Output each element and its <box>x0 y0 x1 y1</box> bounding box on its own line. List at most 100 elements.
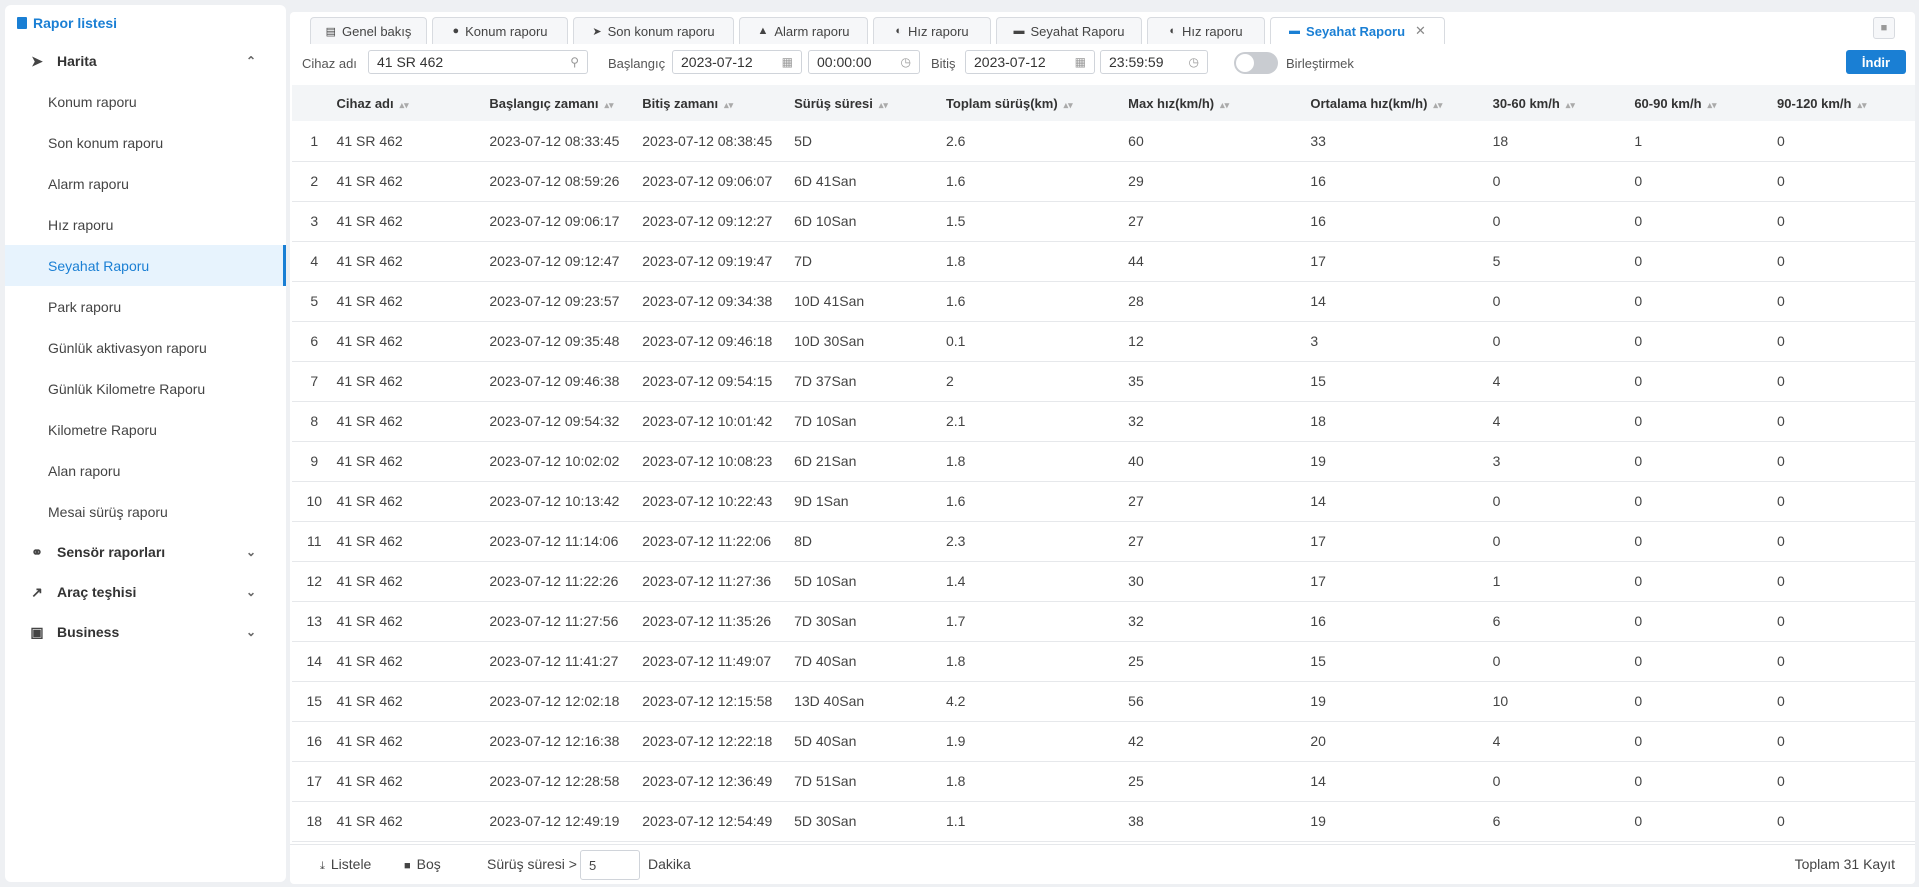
sidebar-group-harita[interactable]: ➤ Harita ⌃ <box>5 41 286 81</box>
table-cell: 5 <box>1492 241 1635 282</box>
column-header[interactable]: 60-90 km/h ▴▾ <box>1634 85 1778 121</box>
table-cell: 30 <box>1128 561 1311 602</box>
table-cell: 20 <box>1310 721 1493 762</box>
sidebar-item-gunluk-aktivasyon-raporu[interactable]: Günlük aktivasyon raporu <box>5 327 286 368</box>
sidebar-item-alarm-raporu[interactable]: Alarm raporu <box>5 163 286 204</box>
sort-icon[interactable]: ▴▾ <box>1708 100 1717 110</box>
table-row[interactable]: 1 41 SR 462 2023-07-12 08:33:45 2023-07-12 … <box>292 121 1915 162</box>
table-row[interactable]: 12 41 SR 462 2023-07-12 11:22:26 2023-07-12… <box>292 561 1915 602</box>
table-row[interactable]: 7 41 SR 462 2023-07-12 09:46:38 2023-07-12 … <box>292 361 1915 402</box>
sort-icon[interactable]: ▴▾ <box>879 100 888 110</box>
end-time-input[interactable]: 23:59:59 ◷ <box>1100 50 1208 74</box>
sort-icon[interactable]: ▴▾ <box>1566 100 1575 110</box>
sidebar-group-business[interactable]: ▣ Business ⌄ <box>5 612 286 652</box>
sort-icon[interactable]: ▴▾ <box>1857 100 1866 110</box>
sidebar-group-arac-teshisi[interactable]: ↗ Araç teşhisi ⌄ <box>5 572 286 612</box>
sort-icon[interactable]: ▴▾ <box>1064 100 1073 110</box>
sort-icon[interactable]: ▴▾ <box>1220 100 1229 110</box>
tab-alarm-raporu[interactable]: ▲ Alarm raporu <box>739 17 868 44</box>
trash-icon[interactable]: ■ <box>1873 17 1895 39</box>
duration-input[interactable]: 5 <box>580 850 640 880</box>
column-header[interactable]: 30-60 km/h ▴▾ <box>1492 85 1635 121</box>
merge-toggle[interactable] <box>1234 52 1278 74</box>
tab-hiz-raporu-2[interactable]: ◐ Hız raporu <box>1147 17 1265 44</box>
tab-son-konum-raporu[interactable]: ➤ Son konum raporu <box>573 17 734 44</box>
table-cell: 13D 40San <box>794 681 946 722</box>
table-cell: 0.1 <box>945 321 1129 362</box>
close-icon[interactable]: ✕ <box>1415 23 1426 39</box>
table-cell: 38 <box>1128 801 1311 842</box>
table-row[interactable]: 13 41 SR 462 2023-07-12 11:27:56 2023-07-12… <box>292 601 1915 642</box>
table-row[interactable]: 10 41 SR 462 2023-07-12 10:13:42 2023-07-12… <box>292 481 1915 522</box>
table-cell: 6 <box>1492 601 1635 642</box>
column-header[interactable]: Cihaz adı ▴▾ <box>336 85 490 121</box>
table-row[interactable]: 11 41 SR 462 2023-07-12 11:14:06 2023-07-12… <box>292 521 1915 562</box>
start-date-input[interactable]: 2023-07-12 ▦ <box>672 50 802 74</box>
column-header[interactable]: Toplam sürüş(km) ▴▾ <box>945 85 1129 121</box>
column-header-label: 90-120 km/h <box>1777 95 1852 111</box>
table-cell: 60 <box>1128 121 1311 162</box>
sort-icon[interactable]: ▴▾ <box>724 100 733 110</box>
sort-icon[interactable]: ▴▾ <box>400 100 409 110</box>
sidebar-item-park-raporu[interactable]: Park raporu <box>5 286 286 327</box>
sidebar-group-sensor-raporlari[interactable]: ⚭ Sensör raporları ⌄ <box>5 532 286 572</box>
sidebar-item-son-konum-raporu[interactable]: Son konum raporu <box>5 122 286 163</box>
sidebar-item-label: Son konum raporu <box>48 134 164 151</box>
tab-seyahat-raporu[interactable]: ▬ Seyahat Raporu <box>996 17 1142 44</box>
column-header[interactable]: Sürüş süresi ▴▾ <box>794 85 946 121</box>
table-row[interactable]: 5 41 SR 462 2023-07-12 09:23:57 2023-07-12 … <box>292 281 1915 322</box>
table-cell: 9D 1San <box>794 481 946 522</box>
sidebar-item-alan-raporu[interactable]: Alan raporu <box>5 450 286 491</box>
list-button[interactable]: ⤓ Listele <box>320 856 371 873</box>
sidebar-item-kilometre-raporu[interactable]: Kilometre Raporu <box>5 409 286 450</box>
row-index: 4 <box>292 241 337 282</box>
start-label: Başlangıç <box>608 56 666 71</box>
table-cell: 19 <box>1310 441 1493 482</box>
column-header[interactable]: Başlangıç zamanı ▴▾ <box>489 85 643 121</box>
table-cell: 2 <box>945 361 1129 402</box>
table-row[interactable]: 16 41 SR 462 2023-07-12 12:16:38 2023-07-12… <box>292 721 1915 762</box>
sidebar-item-hiz-raporu[interactable]: Hız raporu <box>5 204 286 245</box>
table-row[interactable]: 3 41 SR 462 2023-07-12 09:06:17 2023-07-12 … <box>292 201 1915 242</box>
table-row[interactable]: 6 41 SR 462 2023-07-12 09:35:48 2023-07-12 … <box>292 321 1915 362</box>
column-header[interactable]: Max hız(km/h) ▴▾ <box>1128 85 1311 121</box>
table-cell: 0 <box>1634 441 1778 482</box>
column-header[interactable]: Ortalama hız(km/h) ▴▾ <box>1310 85 1493 121</box>
sidebar-item-gunluk-kilometre-raporu[interactable]: Günlük Kilometre Raporu <box>5 368 286 409</box>
report-table-wrap: Cihaz adı ▴▾ Başlangıç zamanı ▴▾ Bitiş zaman… <box>292 85 1915 843</box>
clear-button[interactable]: ■ Boş <box>404 856 441 872</box>
table-row[interactable]: 15 41 SR 462 2023-07-12 12:02:18 2023-07-12… <box>292 681 1915 722</box>
sidebar-item-mesai-surus-raporu[interactable]: Mesai sürüş raporu <box>5 491 286 532</box>
tab-seyahat-raporu-active[interactable]: ▬ Seyahat Raporu ✕ <box>1270 17 1445 44</box>
table-row[interactable]: 17 41 SR 462 2023-07-12 12:28:58 2023-07-12… <box>292 761 1915 802</box>
send-arrow-icon: ➤ <box>31 52 43 69</box>
tab-hiz-raporu[interactable]: ◐ Hız raporu <box>873 17 991 44</box>
table-row[interactable]: 9 41 SR 462 2023-07-12 10:02:02 2023-07-12 … <box>292 441 1915 482</box>
sidebar-item-seyahat-raporu[interactable]: Seyahat Raporu <box>5 245 286 286</box>
sort-icon[interactable]: ▴▾ <box>605 100 614 110</box>
device-input[interactable]: 41 SR 462 ⚲ <box>368 50 588 74</box>
table-cell: 41 SR 462 <box>336 161 490 202</box>
table-row[interactable]: 8 41 SR 462 2023-07-12 09:54:32 2023-07-12 … <box>292 401 1915 442</box>
table-row[interactable]: 2 41 SR 462 2023-07-12 08:59:26 2023-07-12 … <box>292 161 1915 202</box>
table-cell: 0 <box>1634 321 1778 362</box>
table-cell: 0 <box>1492 481 1635 522</box>
search-icon: ⚲ <box>570 55 579 69</box>
table-row[interactable]: 18 41 SR 462 2023-07-12 12:49:19 2023-07-12… <box>292 801 1915 842</box>
table-row[interactable]: 4 41 SR 462 2023-07-12 09:12:47 2023-07-12 … <box>292 241 1915 282</box>
end-date-input[interactable]: 2023-07-12 ▦ <box>965 50 1095 74</box>
table-row[interactable]: 14 41 SR 462 2023-07-12 11:41:27 2023-07-12… <box>292 641 1915 682</box>
tab-genel-bakis[interactable]: ▤ Genel bakış <box>310 17 427 44</box>
download-button[interactable]: İndir <box>1846 50 1906 74</box>
chevron-down-icon: ⌄ <box>245 545 256 559</box>
start-time-input[interactable]: 00:00:00 ◷ <box>808 50 920 74</box>
table-cell: 15 <box>1310 361 1493 402</box>
table-cell: 41 SR 462 <box>336 361 490 402</box>
tab-konum-raporu[interactable]: ● Konum raporu <box>432 17 568 44</box>
table-cell: 1 <box>1492 561 1635 602</box>
table-cell: 4 <box>1492 401 1635 442</box>
column-header[interactable]: 90-120 km/h ▴▾ <box>1777 85 1915 121</box>
sidebar-item-konum-raporu[interactable]: Konum raporu <box>5 81 286 122</box>
column-header[interactable]: Bitiş zamanı ▴▾ <box>642 85 795 121</box>
sort-icon[interactable]: ▴▾ <box>1433 100 1442 110</box>
